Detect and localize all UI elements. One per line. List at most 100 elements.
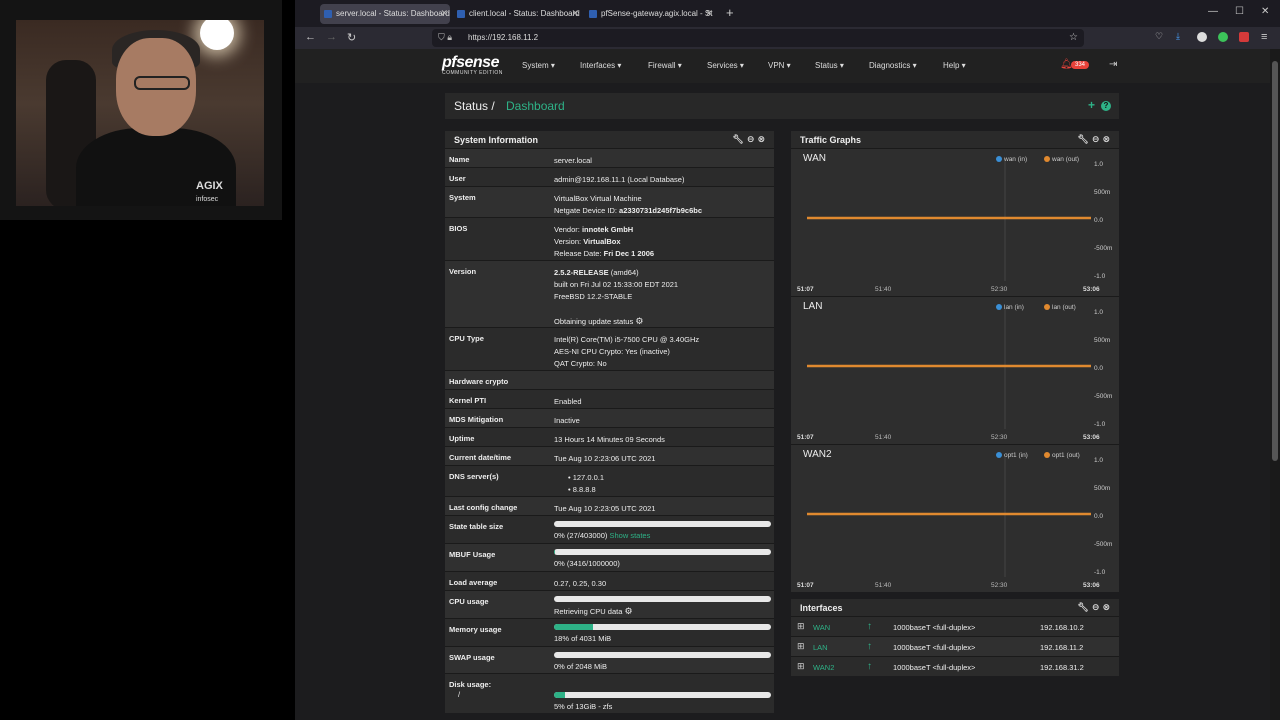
interface-row: ⊞ WAN ↑ 1000baseT <full-duplex> 192.168.10.2 bbox=[791, 616, 1119, 636]
traffic-graph-wan2: WAN2 opt1 (in) opt1 (out) 1.0 500m 0.0 -500m -1… bbox=[791, 444, 1119, 592]
row-mds: MDS Mitigation Inactive bbox=[445, 408, 774, 427]
status-up-icon: ↑ bbox=[867, 621, 872, 632]
system-info-rows: Name server.local User admin@192.168.11.… bbox=[445, 148, 774, 713]
bookmark-star-icon[interactable]: ☆ bbox=[1069, 32, 1078, 43]
graph-title: WAN bbox=[803, 153, 826, 164]
menu-firewall[interactable]: Firewall ▾ bbox=[648, 61, 682, 70]
wrench-icon[interactable]: 🔧︎ bbox=[1077, 134, 1091, 144]
new-tab-icon[interactable]: + bbox=[726, 5, 734, 20]
back-icon[interactable]: ← bbox=[305, 31, 316, 43]
row-dns: DNS server(s) • 127.0.0.1 • 8.8.8.8 bbox=[445, 465, 774, 496]
close-window-icon[interactable]: ✕ bbox=[1261, 6, 1269, 17]
url-bar[interactable]: ⛉ 🔒︎ https://192.168.11.2 ☆ bbox=[432, 29, 1084, 47]
legend-in[interactable]: opt1 (in) bbox=[996, 452, 1028, 459]
legend-out[interactable]: opt1 (out) bbox=[1044, 452, 1080, 459]
add-widget-icon[interactable]: + bbox=[1088, 98, 1095, 112]
menu-status[interactable]: Status ▾ bbox=[815, 61, 844, 70]
menu-diagnostics[interactable]: Diagnostics ▾ bbox=[869, 61, 917, 70]
close-tab-icon[interactable]: ✕ bbox=[705, 8, 713, 19]
interface-name-link[interactable]: WAN2 bbox=[813, 663, 834, 672]
legend-in[interactable]: wan (in) bbox=[996, 156, 1027, 163]
tab-server-dashboard[interactable]: server.local - Status: Dashboard ✕ bbox=[320, 4, 450, 24]
close-tab-icon[interactable]: ✕ bbox=[440, 8, 448, 19]
pfsense-logo[interactable]: pfsense COMMUNITY EDITION bbox=[442, 54, 503, 76]
y-tick-label: 0.0 bbox=[1094, 217, 1104, 224]
y-tick-label: 1.0 bbox=[1094, 309, 1104, 316]
menu-system[interactable]: System ▾ bbox=[522, 61, 555, 70]
menu-icon[interactable]: ≡ bbox=[1261, 31, 1267, 43]
row-uptime: Uptime 13 Hours 14 Minutes 09 Seconds bbox=[445, 427, 774, 446]
network-icon: ⊞ bbox=[797, 621, 805, 631]
row-cpu-usage: CPU usage Retrieving CPU data ⚙ bbox=[445, 590, 774, 618]
tab-gateway-dashboard[interactable]: pfSense-gateway.agix.local - St ✕ bbox=[585, 4, 715, 24]
legend-out[interactable]: wan (out) bbox=[1044, 156, 1079, 163]
status-up-icon: ↑ bbox=[867, 661, 872, 672]
breadcrumb-page[interactable]: Dashboard bbox=[506, 99, 565, 113]
interface-name-link[interactable]: WAN bbox=[813, 623, 830, 632]
pfsense-navbar: pfsense COMMUNITY EDITION System ▾ Inter… bbox=[295, 49, 1270, 83]
legend-in[interactable]: lan (in) bbox=[996, 304, 1024, 311]
pocket-icon[interactable]: ♡ bbox=[1155, 31, 1163, 42]
extension-icon[interactable] bbox=[1218, 32, 1228, 42]
row-hardware-crypto: Hardware crypto bbox=[445, 370, 774, 389]
y-tick-label: 1.0 bbox=[1094, 161, 1104, 168]
menu-services[interactable]: Services ▾ bbox=[707, 61, 744, 70]
menu-interfaces[interactable]: Interfaces ▾ bbox=[580, 61, 621, 70]
wrench-icon[interactable]: 🔧︎ bbox=[732, 134, 746, 144]
menu-help[interactable]: Help ▾ bbox=[943, 61, 966, 70]
extension-icon[interactable] bbox=[1197, 32, 1207, 42]
y-tick-label: -500m bbox=[1094, 541, 1113, 548]
maximize-icon[interactable]: ☐ bbox=[1235, 6, 1244, 17]
y-tick-label: -1.0 bbox=[1094, 421, 1106, 428]
y-tick-label: 0.0 bbox=[1094, 513, 1104, 520]
notification-badge[interactable]: 334 bbox=[1071, 61, 1090, 69]
y-tick-label: -500m bbox=[1094, 245, 1113, 252]
tab-bar: server.local - Status: Dashboard ✕ clien… bbox=[295, 0, 1280, 27]
interface-name-link[interactable]: LAN bbox=[813, 643, 828, 652]
y-tick-label: -500m bbox=[1094, 393, 1113, 400]
logout-icon[interactable]: ⇥ bbox=[1109, 59, 1117, 70]
help-icon[interactable]: ? bbox=[1101, 101, 1111, 111]
row-swap: SWAP usage 0% of 2048 MiB bbox=[445, 646, 774, 673]
interfaces-panel: Interfaces 🔧︎⊖⊗ ⊞ WAN ↑ 1000baseT <full-dup… bbox=[791, 599, 1119, 676]
y-tick-label: 500m bbox=[1094, 485, 1111, 492]
legend-out[interactable]: lan (out) bbox=[1044, 304, 1076, 311]
graph-title: WAN2 bbox=[803, 449, 832, 460]
minimize-icon[interactable]: — bbox=[1208, 6, 1218, 17]
x-tick-label: 52:30 bbox=[991, 286, 1008, 293]
wrench-icon[interactable]: 🔧︎ bbox=[1077, 602, 1091, 612]
graph-plot bbox=[807, 309, 1091, 429]
downloads-icon[interactable]: ⤓ bbox=[1176, 31, 1180, 42]
page-scrollbar[interactable] bbox=[1270, 49, 1280, 720]
minimize-panel-icon[interactable]: ⊖ bbox=[1092, 602, 1103, 612]
row-version: Version 2.5.2-RELEASE (amd64) built on Fr… bbox=[445, 260, 774, 327]
x-tick-label: 51:40 bbox=[875, 434, 892, 441]
interface-media: 1000baseT <full-duplex> bbox=[893, 643, 976, 652]
y-tick-label: 500m bbox=[1094, 189, 1111, 196]
reload-icon[interactable]: ↻ bbox=[347, 31, 356, 44]
network-icon: ⊞ bbox=[797, 641, 805, 651]
x-tick-label: 52:30 bbox=[991, 434, 1008, 441]
extension-icon[interactable] bbox=[1239, 32, 1249, 42]
x-tick-label: 53:06 bbox=[1083, 582, 1100, 589]
lock-icon[interactable]: ⛉ 🔒︎ bbox=[438, 32, 452, 43]
menu-vpn[interactable]: VPN ▾ bbox=[768, 61, 791, 70]
x-tick-label: 52:30 bbox=[991, 582, 1008, 589]
row-mbuf: MBUF Usage 0% (3416/1000000) bbox=[445, 543, 774, 571]
y-tick-label: 500m bbox=[1094, 337, 1111, 344]
state-table-bar bbox=[554, 521, 771, 527]
row-kernel-pti: Kernel PTI Enabled bbox=[445, 389, 774, 408]
minimize-panel-icon[interactable]: ⊖ bbox=[747, 134, 758, 144]
minimize-panel-icon[interactable]: ⊖ bbox=[1092, 134, 1103, 144]
close-panel-icon[interactable]: ⊗ bbox=[757, 134, 768, 144]
row-user: User admin@192.168.11.1 (Local Database) bbox=[445, 167, 774, 186]
pfsense-favicon-icon bbox=[324, 10, 332, 18]
close-panel-icon[interactable]: ⊗ bbox=[1102, 134, 1113, 144]
forward-icon[interactable]: → bbox=[326, 31, 337, 43]
tab-client-dashboard[interactable]: client.local - Status: Dashboard ✕ bbox=[453, 4, 581, 24]
traffic-graph-wan: WAN wan (in) wan (out) 1.0 500m 0.0 -500m -1.0 5… bbox=[791, 148, 1119, 296]
x-tick-label: 51:40 bbox=[875, 582, 892, 589]
close-panel-icon[interactable]: ⊗ bbox=[1102, 602, 1113, 612]
show-states-link[interactable]: Show states bbox=[609, 531, 650, 540]
close-tab-icon[interactable]: ✕ bbox=[571, 8, 579, 19]
